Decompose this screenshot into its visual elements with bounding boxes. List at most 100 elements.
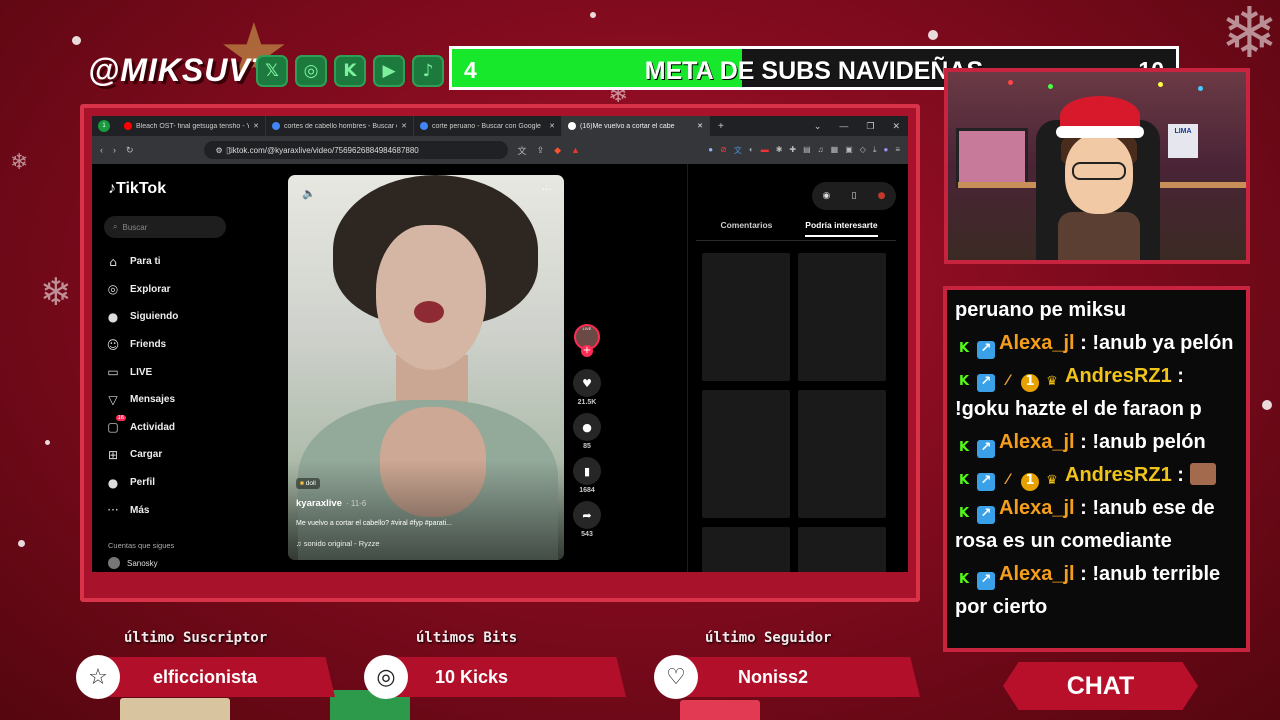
browser-tab[interactable]: Bleach OST- final getsuga tensho - Yo ✕	[118, 116, 266, 136]
suggested-video-thumb[interactable]	[702, 390, 790, 518]
minimize-icon[interactable]: —	[839, 121, 848, 132]
extension-icon[interactable]: ✱	[776, 145, 783, 156]
puzzle-icon[interactable]: ✚	[789, 145, 796, 156]
chat-username[interactable]: AndresRZ1	[1065, 365, 1172, 387]
avatar[interactable]: ●	[878, 191, 886, 201]
extension-icon[interactable]: ▬	[761, 145, 769, 156]
more-options-icon[interactable]: ···	[542, 183, 553, 196]
suggested-video-thumb[interactable]	[702, 527, 790, 572]
following-account[interactable]: Sanosky	[108, 557, 158, 569]
menu-icon[interactable]: ≡	[895, 145, 900, 156]
download-icon[interactable]: ⤓	[873, 145, 877, 156]
right-panel-tab[interactable]: Podría interesarte	[805, 220, 878, 237]
extension-icon[interactable]: 文	[734, 145, 742, 156]
chat-username[interactable]: Alexa_jl	[999, 431, 1075, 453]
tiktok-nav-item[interactable]: ▢ 16 Actividad	[106, 414, 178, 442]
video-sound[interactable]: ♫ sonido original - Ryzze	[296, 539, 380, 548]
new-tab-button[interactable]: +	[710, 121, 732, 132]
reload-icon[interactable]: ↻	[126, 145, 134, 156]
video-player[interactable]: 🔈 ··· ■ doll kyaraxlive · 11-6 Me vuelvo …	[288, 175, 564, 560]
chat-username[interactable]: Alexa_jl	[999, 497, 1075, 519]
tab-close-icon[interactable]: ✕	[253, 122, 259, 130]
right-panel-tab[interactable]: Comentarios	[720, 220, 772, 237]
moderator-badge-icon: ↗	[977, 341, 995, 359]
kick-badge-icon: K	[958, 440, 970, 455]
rewards-icon[interactable]: ▲	[571, 145, 580, 155]
video-action[interactable]: ➦ 543	[573, 501, 601, 538]
tab-close-icon[interactable]: ✕	[549, 122, 555, 130]
video-action[interactable]: ● 85	[573, 413, 601, 450]
follow-button[interactable]: +	[581, 345, 593, 357]
video-author[interactable]: kyaraxlive · 11-6	[296, 498, 366, 509]
suggested-video-thumb[interactable]	[798, 527, 886, 572]
nav-glyph: ▭	[107, 365, 119, 380]
profile-avatar[interactable]: 1	[98, 120, 110, 132]
back-icon[interactable]: ‹	[100, 145, 103, 155]
volume-icon[interactable]: 🔈	[302, 187, 316, 200]
tiktok-nav-item[interactable]: ◎ Explorar	[106, 276, 178, 304]
avatar-body	[1058, 212, 1140, 260]
video-tag[interactable]: ■ doll	[296, 478, 320, 489]
moderator-badge-icon: ↗	[977, 572, 995, 590]
extension-icon[interactable]: ◇	[860, 145, 866, 156]
comment-icon[interactable]: ●	[573, 413, 601, 441]
reading-list-icon[interactable]: ▦	[831, 145, 839, 156]
heart-icon[interactable]: ♥	[573, 369, 601, 397]
site-info-icon[interactable]: ⚙	[216, 146, 223, 155]
search-input[interactable]: ⌕ Buscar	[104, 216, 226, 238]
tiktok-logo[interactable]: ♪TikTok	[108, 180, 166, 198]
chat-username[interactable]: AndresRZ1	[1065, 464, 1172, 486]
tiktok-nav-item[interactable]: ☺ Friends	[106, 331, 178, 359]
vpn-icon[interactable]: ●	[883, 145, 888, 156]
x-icon: 𝕏	[256, 55, 288, 87]
suggested-video-thumb[interactable]	[702, 253, 790, 381]
extension-icon[interactable]: ⊘	[720, 145, 727, 156]
sidebar-icon[interactable]: ▤	[803, 145, 811, 156]
suggested-video-thumb[interactable]	[798, 390, 886, 518]
tiktok-nav-label: Perfil	[130, 477, 156, 489]
share-icon[interactable]: ➦	[573, 501, 601, 529]
tab-close-icon[interactable]: ✕	[401, 122, 407, 130]
translate-icon[interactable]: 文	[518, 144, 527, 157]
forward-icon[interactable]: ›	[113, 145, 116, 155]
browser-tab[interactable]: cortes de cabello hombres - Buscar c ✕	[266, 116, 414, 136]
bookmark-page-icon[interactable]: ▯	[226, 145, 231, 156]
bookmark-icon[interactable]: ▮	[573, 457, 601, 485]
tiktok-nav-item[interactable]: ▭ LIVE	[106, 358, 178, 386]
browser-tab[interactable]: corte peruano - Buscar con Google ✕	[414, 116, 562, 136]
brave-shield-icon[interactable]: ◆	[554, 145, 561, 156]
tab-close-icon[interactable]: ✕	[697, 122, 703, 130]
chat-username[interactable]: Alexa_jl	[999, 332, 1075, 354]
wallet-icon[interactable]: ▣	[845, 145, 853, 156]
restore-icon[interactable]: ❐	[866, 121, 874, 132]
chat-username[interactable]: Alexa_jl	[999, 563, 1075, 585]
share-icon[interactable]: ⇪	[537, 145, 545, 156]
tiktok-nav-item[interactable]: ● Siguiendo	[106, 303, 179, 331]
browser-tab[interactable]: (16)Me vuelvo a cortar el cabe ✕	[562, 116, 710, 136]
video-action[interactable]: ▮ 1684	[573, 457, 601, 494]
extension-icon[interactable]: ◐	[749, 145, 754, 156]
tiktok-page: ♪TikTok ⌕ Buscar ⌂ Para ti ◎ Explorar ● Sigui…	[92, 164, 908, 572]
gift-box-decor	[680, 700, 760, 720]
action-glyph: ▮	[583, 464, 591, 478]
coin-icon[interactable]: ◉	[823, 191, 831, 201]
chat-button[interactable]: CHAT	[1003, 662, 1198, 710]
chevron-down-icon[interactable]: ⌄	[814, 121, 822, 132]
tiktok-nav-item[interactable]: ● Perfil	[106, 469, 178, 497]
snowflake-icon: ❄	[40, 270, 72, 314]
suggested-video-thumb[interactable]	[798, 253, 886, 381]
video-action[interactable]: ♥ 21.5K	[573, 369, 601, 406]
extension-icon[interactable]: ●	[708, 145, 713, 156]
tiktok-nav-item[interactable]: ⌂ Para ti	[106, 248, 178, 276]
device-icon[interactable]: ▯	[852, 191, 857, 201]
tiktok-nav-item[interactable]: ▽ Mensajes	[106, 386, 178, 414]
music-icon[interactable]: ♫	[818, 145, 824, 156]
tiktok-nav-item[interactable]: ··· Más	[106, 496, 178, 524]
wand-badge-icon: ⁄	[1006, 373, 1010, 389]
tiktok-nav-item[interactable]: ⊞ Cargar	[106, 441, 178, 469]
chat-message: K ↗ Alexa_jl : !anub ya pelón	[955, 327, 1238, 360]
kick-badge-icon: K	[958, 374, 970, 389]
wand-badge-icon: ⁄	[1006, 472, 1010, 488]
url-field[interactable]: ⚙ tiktok.com/@kyaraxlive/video/7569626884…	[203, 141, 508, 159]
close-icon[interactable]: ✕	[892, 121, 900, 132]
